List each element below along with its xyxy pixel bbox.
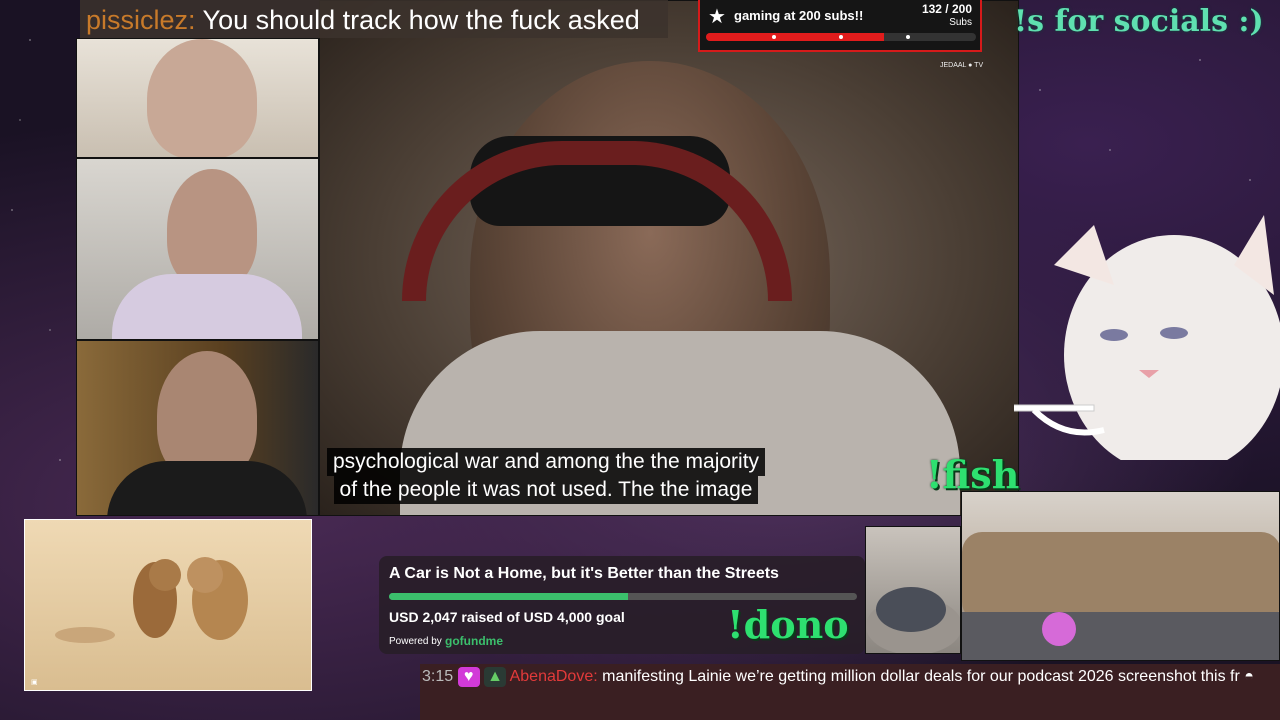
sleeping-cat: [876, 587, 946, 632]
guest-1-person: [147, 39, 257, 157]
emote-icon: ◓: [1244, 668, 1254, 685]
watermark-text: JEDAAL ● TV: [940, 62, 984, 69]
star-icon: ★: [708, 6, 726, 28]
closed-caption: psychological war and among the the majo…: [298, 448, 794, 504]
socials-command-text: !s for socials :): [1014, 4, 1264, 39]
sub-goal-widget: ★ gaming at 200 subs!! 132 / 200 Subs: [698, 0, 982, 52]
chat-message: You should track how the fuck asked: [202, 5, 640, 35]
chat-highlight-top: pissiclez: You should track how the fuck…: [80, 0, 668, 38]
guest-3-jacket: [107, 461, 307, 515]
sub-goal-progress-fill: [706, 33, 885, 41]
powered-by-label: Powered by: [389, 636, 442, 647]
fundraiser-raised-text: USD 2,047 raised of USD 4,000 goal: [389, 609, 625, 625]
milestone-dot: [839, 35, 843, 39]
guest-cam-2: [76, 158, 319, 340]
guest-2-shirt: [112, 274, 302, 339]
caption-line-2: of the people it was not used. The the i…: [333, 476, 759, 504]
fundraiser-progress-fill: [389, 593, 628, 600]
guest-2-person: [167, 169, 257, 289]
caption-line-1: psychological war and among the the majo…: [326, 448, 766, 476]
gofundme-logo: gofundme: [445, 634, 503, 648]
chat-timestamp: 3:15: [422, 668, 454, 685]
couch-seat: [962, 612, 1279, 660]
guest-cam-1: [76, 38, 319, 158]
fundraiser-title: A Car is Not a Home, but it's Better tha…: [389, 565, 779, 582]
dono-command-text: !dono: [727, 602, 849, 647]
chat-username: AbenaDove:: [509, 668, 598, 685]
couch-back: [962, 532, 1279, 622]
sub-goal-unit: Subs: [949, 17, 972, 28]
chat-message: manifesting Lainie we’re getting million…: [602, 668, 1240, 685]
living-room-cam: [961, 491, 1280, 661]
video-credit-logo: ▣: [31, 679, 38, 686]
guest-cam-3: [76, 340, 319, 516]
cat-bed-cam: [865, 526, 961, 654]
milestone-dot: [772, 35, 776, 39]
heart-badge-icon: ♥: [457, 666, 480, 687]
chat-username: pissiclez:: [86, 5, 196, 35]
chat-highlight-bottom: 3:15 ♥ ▲ AbenaDove: manifesting Lainie w…: [420, 664, 1280, 720]
owls-video: ▣: [24, 519, 312, 691]
sub-goal-title: gaming at 200 subs!!: [734, 8, 864, 23]
cat-badge-icon: ▲: [484, 666, 507, 687]
fundraiser-progress-bar: [389, 593, 857, 600]
cat-icon: [1003, 215, 1280, 475]
sub-goal-count: 132 / 200: [921, 2, 972, 16]
milestone-dot: [906, 35, 910, 39]
flower: [1042, 612, 1076, 646]
owls-illustration: [55, 557, 248, 643]
smoking-cat-meme: [1003, 205, 1280, 475]
main-video-feed: [319, 0, 1019, 516]
sub-goal-progress-bar: [706, 33, 976, 41]
